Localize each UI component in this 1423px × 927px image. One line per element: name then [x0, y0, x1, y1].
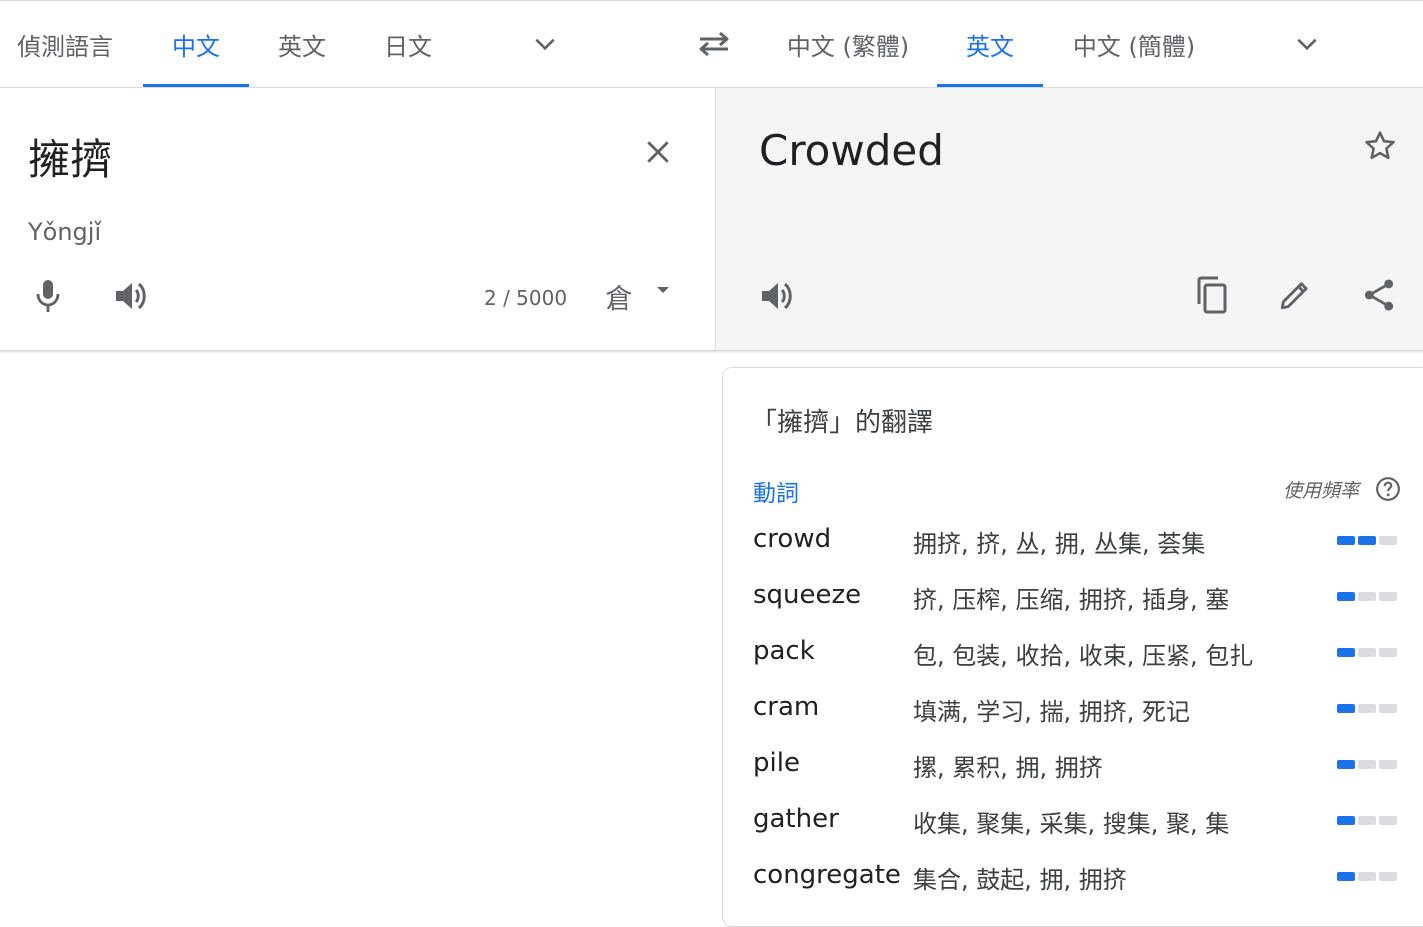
tab-source-english[interactable]: 英文 [249, 1, 355, 87]
share-icon [1364, 279, 1394, 311]
speaker-icon [762, 282, 792, 310]
tab-source-japanese[interactable]: 日文 [355, 1, 461, 87]
tab-target-simplified-chinese[interactable]: 中文 (簡體) [1056, 1, 1212, 87]
frequency-bar [1337, 704, 1355, 713]
frequency-bars [1337, 592, 1397, 601]
clear-source-button[interactable] [636, 130, 680, 174]
translation-panel: Crowded [715, 88, 1423, 351]
frequency-bar [1337, 536, 1355, 545]
entry-reverse-translations: 填满, 学习, 揣, 拥挤, 死记 [913, 698, 1191, 726]
translation-entry-row: cram 填满, 学习, 揣, 拥挤, 死记 [723, 680, 1423, 736]
source-panel: 擁擠 Yǒngjǐ 2 / 5000 倉 [0, 88, 715, 351]
frequency-bar [1379, 816, 1397, 825]
frequency-bars [1337, 872, 1397, 881]
entry-reverse-translations: 收集, 聚集, 采集, 搜集, 聚, 集 [913, 810, 1230, 838]
entry-word[interactable]: gather [753, 804, 839, 834]
frequency-bar [1379, 704, 1397, 713]
chevron-down-icon [1297, 38, 1317, 51]
source-romanization: Yǒngjǐ [28, 218, 102, 246]
entry-word[interactable]: crowd [753, 524, 831, 554]
translation-entry-row: squeeze 挤, 压榨, 压缩, 拥挤, 插身, 塞 [723, 568, 1423, 624]
share-translation-button[interactable] [1356, 272, 1402, 318]
star-icon [1365, 131, 1395, 160]
frequency-bar [1379, 536, 1397, 545]
frequency-bars [1337, 648, 1397, 657]
caret-down-icon [656, 287, 669, 293]
frequency-bar [1379, 592, 1397, 601]
save-translation-button[interactable] [1358, 124, 1402, 168]
chevron-down-icon [535, 38, 555, 51]
frequency-bars [1337, 536, 1397, 545]
frequency-bar [1337, 760, 1355, 769]
frequency-bar [1358, 592, 1376, 601]
frequency-bar [1358, 872, 1376, 881]
tab-source-chinese[interactable]: 中文 [143, 1, 249, 87]
translation-entry-list: crowd 拥挤, 挤, 丛, 拥, 丛集, 荟集 squeeze 挤, 压榨, 压缩… [723, 512, 1423, 904]
frequency-bars [1337, 816, 1397, 825]
frequency-bar [1379, 872, 1397, 881]
frequency-bar [1337, 872, 1355, 881]
frequency-help-button[interactable] [1375, 476, 1401, 502]
microphone-icon [36, 280, 60, 312]
frequency-bar [1358, 816, 1376, 825]
entry-word[interactable]: congregate [753, 860, 901, 890]
dictionary-title: 「擁擠」的翻譯 [751, 408, 934, 438]
frequency-bar [1358, 760, 1376, 769]
close-icon [647, 141, 669, 163]
entry-reverse-translations: 拥挤, 挤, 丛, 拥, 丛集, 荟集 [913, 530, 1206, 558]
frequency-bar [1358, 704, 1376, 713]
frequency-bar [1379, 648, 1397, 657]
swap-arrows-icon [699, 31, 729, 57]
part-of-speech-label: 動詞 [753, 481, 799, 507]
entry-reverse-translations: 挤, 压榨, 压缩, 拥挤, 插身, 塞 [913, 586, 1230, 614]
translation-entry-row: pile 摞, 累积, 拥, 拥挤 [723, 736, 1423, 792]
tab-target-traditional-chinese[interactable]: 中文 (繁體) [770, 1, 926, 87]
entry-reverse-translations: 集合, 鼓起, 拥, 拥挤 [913, 866, 1127, 894]
frequency-bar [1379, 760, 1397, 769]
edit-translation-button[interactable] [1272, 272, 1318, 318]
frequency-bar [1358, 536, 1376, 545]
character-count: 2 / 5000 [484, 286, 568, 310]
frequency-bar [1337, 648, 1355, 657]
entry-word[interactable]: squeeze [753, 580, 861, 610]
entry-reverse-translations: 包, 包装, 收拾, 收束, 压紧, 包扎 [913, 642, 1254, 670]
entry-word[interactable]: pile [753, 748, 800, 778]
translation-entry-row: gather 收集, 聚集, 采集, 搜集, 聚, 集 [723, 792, 1423, 848]
pencil-icon [1280, 282, 1308, 310]
source-text-input[interactable]: 擁擠 [28, 126, 112, 187]
input-tool-glyph: 倉 [605, 283, 633, 315]
entry-word[interactable]: cram [753, 692, 819, 722]
frequency-bar [1337, 592, 1355, 601]
panel-divider-shadow [0, 350, 1423, 353]
help-circle-icon [1376, 477, 1400, 501]
target-language-dropdown[interactable] [1286, 23, 1328, 65]
speaker-icon [116, 282, 146, 310]
swap-languages-button[interactable] [690, 21, 738, 67]
copy-icon [1197, 276, 1227, 314]
source-language-dropdown[interactable] [524, 23, 566, 65]
translation-output: Crowded [759, 126, 944, 175]
frequency-bar [1358, 648, 1376, 657]
tab-target-english[interactable]: 英文 [937, 1, 1043, 87]
dictionary-card: 「擁擠」的翻譯 動詞 使用頻率 crowd 拥挤, 挤, 丛, 拥, 丛集, 荟集… [722, 367, 1423, 927]
translation-entry-row: congregate 集合, 鼓起, 拥, 拥挤 [723, 848, 1423, 904]
listen-translation-button[interactable] [756, 274, 800, 318]
frequency-label: 使用頻率 [1283, 480, 1360, 502]
translation-entry-row: pack 包, 包装, 收拾, 收束, 压紧, 包扎 [723, 624, 1423, 680]
frequency-bar [1337, 816, 1355, 825]
copy-translation-button[interactable] [1188, 272, 1234, 318]
frequency-bars [1337, 760, 1397, 769]
entry-word[interactable]: pack [753, 636, 815, 666]
tab-detect-language[interactable]: 偵測語言 [0, 1, 130, 87]
input-tools-button[interactable]: 倉 [598, 274, 678, 318]
listen-source-button[interactable] [110, 274, 154, 318]
voice-input-button[interactable] [26, 274, 70, 318]
frequency-bars [1337, 704, 1397, 713]
language-bar: 偵測語言 中文 英文 日文 中文 (繁體) 英文 中文 (簡體) [0, 0, 1423, 88]
translation-entry-row: crowd 拥挤, 挤, 丛, 拥, 丛集, 荟集 [723, 512, 1423, 568]
entry-reverse-translations: 摞, 累积, 拥, 拥挤 [913, 754, 1103, 782]
